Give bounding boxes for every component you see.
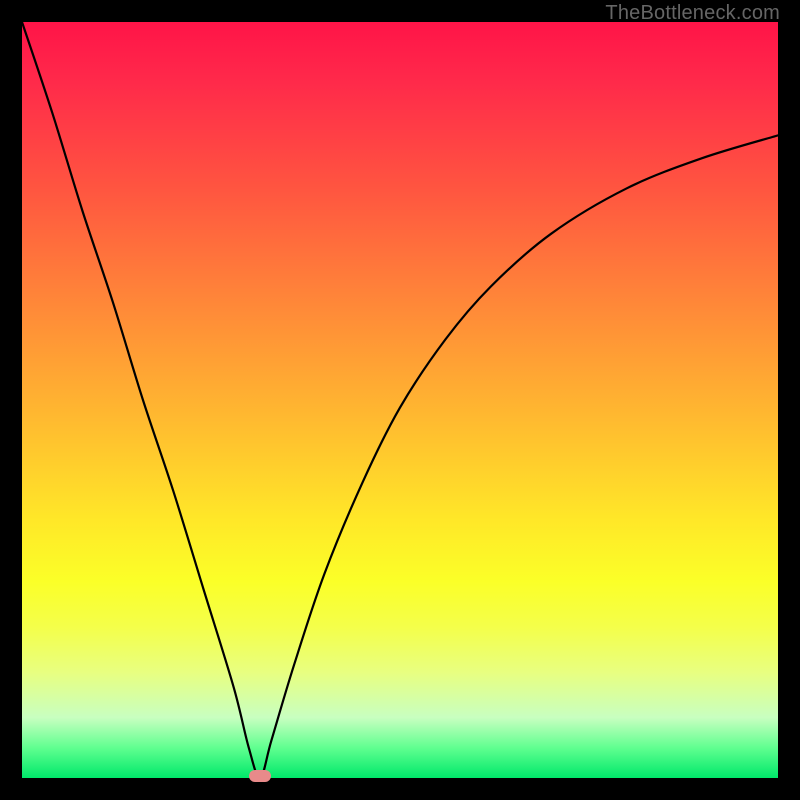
watermark-text: TheBottleneck.com [605,2,780,25]
bottleneck-curve [22,22,778,778]
bottleneck-curve-svg [22,22,778,778]
minimum-marker [249,770,271,782]
chart-plot-area [22,22,778,778]
